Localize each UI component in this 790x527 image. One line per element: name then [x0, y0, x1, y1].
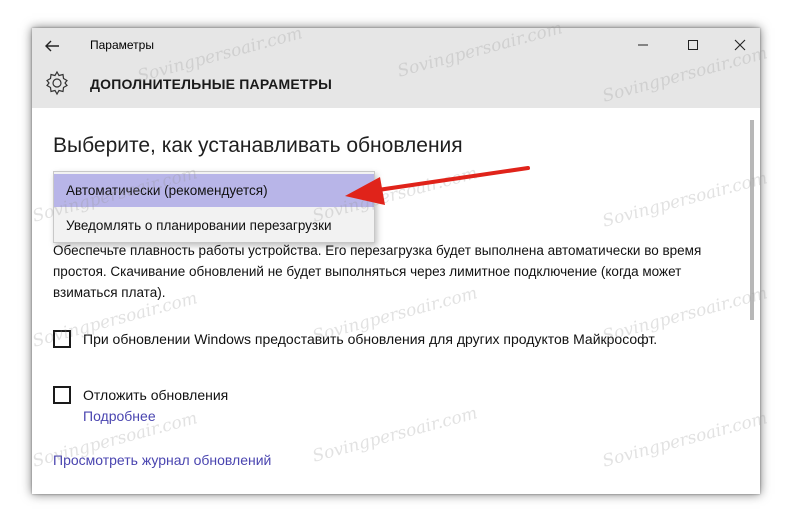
minimize-button[interactable]: [634, 36, 652, 54]
details-link[interactable]: Подробнее: [83, 408, 156, 424]
close-icon: [734, 39, 746, 51]
description-text: Обеспечьте плавность работы устройства. …: [53, 243, 702, 300]
scrollbar-thumb[interactable]: [750, 120, 754, 320]
defer-updates-row[interactable]: Отложить обновления: [53, 386, 353, 408]
update-mode-dropdown[interactable]: Автоматически (рекомендуется) Уведомлять…: [53, 171, 375, 243]
update-history-link[interactable]: Просмотреть журнал обновлений: [53, 452, 271, 468]
scrollbar[interactable]: [748, 112, 756, 492]
minimize-icon: [638, 44, 648, 46]
dropdown-option-automatic[interactable]: Автоматически (рекомендуется): [54, 174, 374, 207]
other-products-label: При обновлении Windows предоставить обно…: [83, 331, 658, 347]
page-title: ДОПОЛНИТЕЛЬНЫЕ ПАРАМЕТРЫ: [90, 76, 333, 92]
settings-window: Параметры ДОПОЛНИТЕЛЬНЫЕ ПАРАМЕТРЫ Выбер…: [32, 28, 760, 494]
maximize-button[interactable]: [684, 36, 702, 54]
dropdown-option-notify[interactable]: Уведомлять о планировании перезагрузки: [54, 209, 374, 242]
maximize-icon: [688, 40, 698, 50]
section-title: Выберите, как устанавливать обновления: [53, 134, 463, 157]
defer-updates-checkbox[interactable]: [53, 386, 71, 404]
other-products-checkbox[interactable]: [53, 330, 71, 348]
gear-icon: [44, 70, 70, 96]
other-products-row[interactable]: При обновлении Windows предоставить обно…: [53, 330, 733, 352]
defer-updates-label: Отложить обновления: [83, 387, 229, 403]
close-button[interactable]: [731, 36, 749, 54]
arrow-left-icon: [45, 40, 59, 52]
page-header: ДОПОЛНИТЕЛЬНЫЕ ПАРАМЕТРЫ: [32, 64, 760, 108]
back-button[interactable]: [42, 36, 62, 56]
title-bar: Параметры: [32, 28, 760, 64]
app-title: Параметры: [90, 38, 154, 52]
